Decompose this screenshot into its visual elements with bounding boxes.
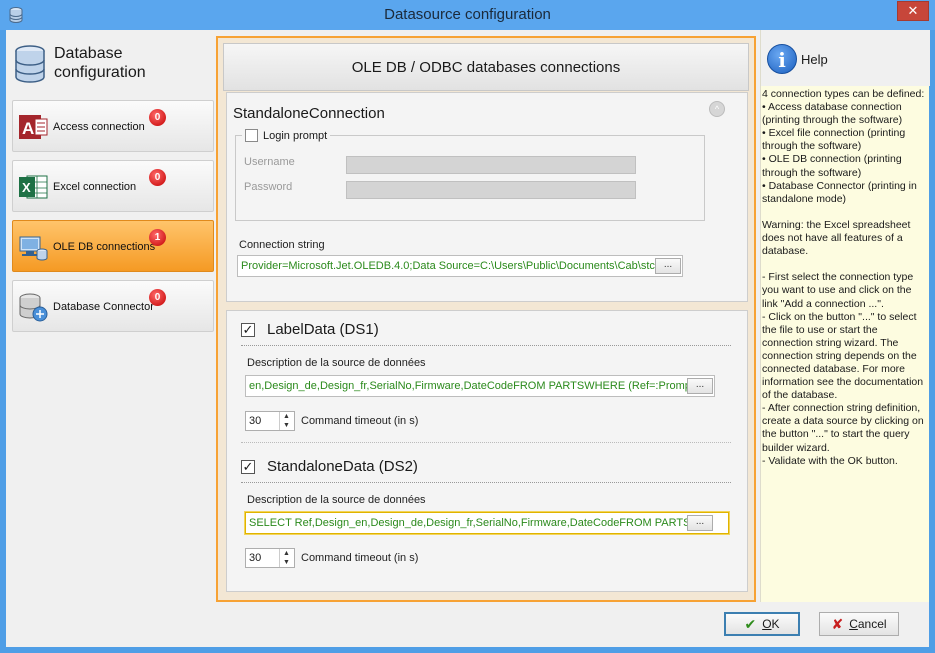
ds1-query-builder-button[interactable]: ... [687, 378, 713, 394]
info-icon: i [767, 44, 797, 74]
svg-text:A: A [22, 119, 34, 138]
window-title: Datasource configuration [384, 6, 551, 23]
datasource-ds1: ✓ LabelData (DS1) Description de la sour… [227, 311, 749, 447]
title-bar: Datasource configuration ✕ [0, 0, 935, 30]
sidebar-item-database-connector[interactable]: Database Connector 0 [12, 280, 214, 332]
sidebar-item-label: Database Connector [53, 301, 154, 313]
oledb-icon [19, 236, 48, 261]
ds2-header: ✓ StandaloneData (DS2) [241, 458, 418, 475]
sidebar-header-label: Database configuration [54, 45, 146, 81]
divider [241, 345, 731, 346]
collapse-icon[interactable]: ^ [709, 101, 725, 117]
sidebar-item-label: Excel connection [53, 181, 137, 193]
ok-button[interactable]: ✔ OK [724, 612, 800, 636]
sidebar-header: Database configuration [14, 42, 209, 92]
connection-string-label: Connection string [239, 239, 325, 251]
ds1-checkbox[interactable]: ✓ [241, 322, 255, 337]
checkmark-icon: ✔ [744, 615, 757, 632]
ds2-title: StandaloneData (DS2) [267, 458, 418, 475]
sidebar-item-excel[interactable]: X Excel connection 0 [12, 160, 214, 212]
ds2-query-builder-button[interactable]: ... [687, 515, 713, 531]
login-prompt-checkbox[interactable] [245, 129, 258, 142]
count-badge: 0 [149, 109, 166, 126]
connection-title: StandaloneConnection [233, 105, 385, 122]
cancel-button-label: Cancel [849, 617, 887, 631]
help-title: Help [801, 52, 828, 67]
ds1-description-label: Description de la source de données [247, 357, 426, 369]
sidebar-item-label: OLE DB connections [53, 241, 156, 253]
username-label: Username [244, 156, 295, 168]
cancel-button[interactable]: ✘ Cancel [819, 612, 899, 636]
ds1-header: ✓ LabelData (DS1) [241, 321, 379, 338]
ds2-description-input[interactable]: SELECT Ref,Design_en,Design_de,Design_fr… [245, 512, 729, 534]
sidebar: Database configuration A Access connecti… [6, 30, 214, 600]
help-header: i Help [761, 30, 930, 86]
access-icon: A [19, 115, 48, 139]
database-icon [15, 45, 45, 83]
login-group: Login prompt Username Password [235, 129, 705, 221]
divider [241, 482, 731, 483]
help-text: 4 connection types can be defined: • Acc… [762, 88, 925, 467]
main-panel: OLE DB / ODBC databases connections Stan… [216, 36, 756, 602]
datasource-ds2: ✓ StandaloneData (DS2) Description de la… [227, 448, 749, 584]
ok-button-label: OK [762, 617, 780, 631]
ds2-timeout-label: Command timeout (in s) [301, 552, 419, 564]
login-prompt-label: Login prompt [263, 129, 328, 142]
page-title: OLE DB / ODBC databases connections [223, 43, 749, 91]
connection-string-input[interactable]: Provider=Microsoft.Jet.OLEDB.4.0;Data So… [237, 255, 683, 277]
sidebar-item-access[interactable]: A Access connection 0 [12, 100, 214, 152]
svg-text:X: X [22, 180, 31, 195]
sidebar-item-label: Access connection [53, 121, 145, 133]
login-prompt-legend: Login prompt [242, 129, 331, 142]
username-field[interactable] [346, 156, 636, 174]
ds1-timeout-label: Command timeout (in s) [301, 415, 419, 427]
divider [241, 442, 731, 443]
ds2-checkbox[interactable]: ✓ [241, 459, 255, 474]
excel-icon: X [19, 175, 48, 199]
count-badge: 0 [149, 169, 166, 186]
help-pane: i Help 4 connection types can be defined… [760, 30, 930, 602]
datasources-panel: ✓ LabelData (DS1) Description de la sour… [226, 310, 748, 592]
password-label: Password [244, 181, 293, 193]
connection-string-browse-button[interactable]: ... [655, 258, 681, 274]
ds2-timeout-spinner[interactable]: ▲ ▼ [279, 549, 293, 567]
sidebar-item-oledb[interactable]: OLE DB connections 1 [12, 220, 214, 272]
ds1-timeout-spinner[interactable]: ▲ ▼ [279, 412, 293, 430]
standalone-connection-panel: StandaloneConnection ^ Login prompt User… [226, 92, 748, 302]
client-area: Database configuration A Access connecti… [6, 30, 930, 647]
dialog-button-bar: ✔ OK ✘ Cancel [6, 602, 929, 647]
ds1-description-input[interactable]: en,Design_de,Design_fr,SerialNo,Firmware… [245, 375, 715, 397]
close-button[interactable]: ✕ [897, 1, 929, 21]
db-connector-icon [19, 293, 48, 322]
count-badge: 1 [149, 229, 166, 246]
cross-icon: ✘ [831, 615, 844, 632]
count-badge: 0 [149, 289, 166, 306]
ds2-description-label: Description de la source de données [247, 494, 426, 506]
password-field[interactable] [346, 181, 636, 199]
ds1-title: LabelData (DS1) [267, 321, 379, 338]
